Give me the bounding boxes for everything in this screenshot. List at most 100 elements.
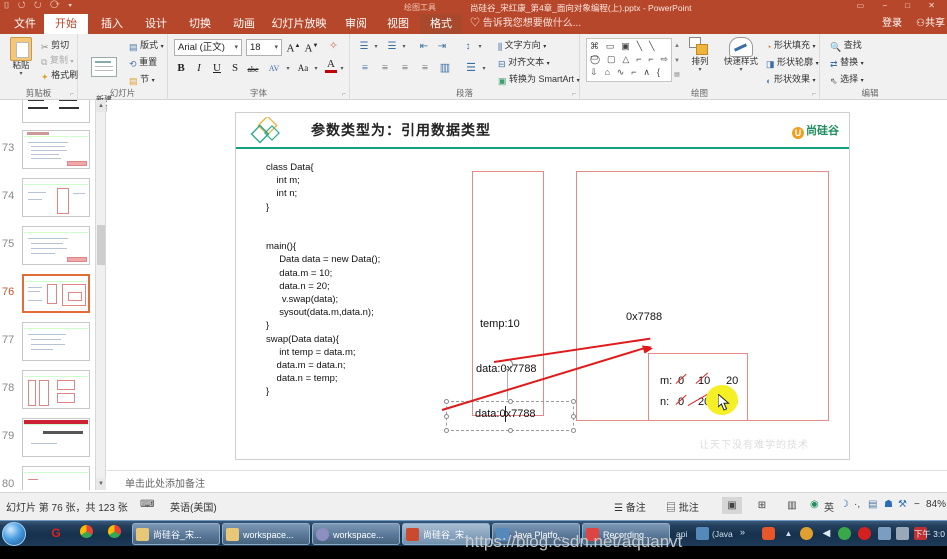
list-item[interactable]: 76 xyxy=(0,274,95,320)
shapes-gallery-scroll-up[interactable]: ▲ xyxy=(673,39,681,54)
slide-thumbnail[interactable] xyxy=(22,130,90,169)
resize-handle[interactable] xyxy=(444,399,449,404)
ime-user-icon[interactable]: ☗ xyxy=(884,499,893,510)
numbering-button[interactable]: ☰ xyxy=(384,39,400,54)
clear-formatting-icon[interactable]: ✧ xyxy=(326,39,341,54)
list-item[interactable] xyxy=(0,100,95,130)
char-spacing-dropdown-arrow[interactable]: ▾ xyxy=(284,62,292,77)
shape-effects-button[interactable]: ◐ 形状效果 ▾ xyxy=(766,72,816,86)
drawing-dialog-launcher[interactable]: ⌐ xyxy=(812,91,816,98)
tab-format[interactable]: 格式 xyxy=(420,14,462,34)
section-dropdown-arrow[interactable]: ▾ xyxy=(152,78,155,84)
window-controls[interactable]: ▭ − □ ✕ xyxy=(857,1,943,10)
columns-button[interactable]: ▥ xyxy=(436,61,454,76)
tray-up-arrow-icon[interactable]: ▲ xyxy=(782,527,795,540)
spell-check-icon[interactable]: ⌨ xyxy=(140,499,154,510)
view-slide-sorter-button[interactable]: ⊞ xyxy=(752,497,772,514)
sogou-tray-icon[interactable] xyxy=(762,527,775,540)
change-case-dropdown-arrow[interactable]: ▾ xyxy=(312,62,320,77)
line-spacing-button[interactable]: ↕ xyxy=(460,39,476,54)
increase-font-size-button[interactable]: A▲ xyxy=(286,39,301,57)
ime-moon-icon[interactable]: ☽ xyxy=(840,499,849,510)
align-center-button[interactable]: ≡ xyxy=(376,61,394,76)
quick-launch-icon-g[interactable]: G xyxy=(48,525,64,541)
resize-handle[interactable] xyxy=(444,428,449,433)
stack-outer-box[interactable] xyxy=(472,171,544,416)
italic-button[interactable]: I xyxy=(192,61,206,76)
scrollbar-thumb[interactable] xyxy=(97,225,105,265)
resize-handle[interactable] xyxy=(508,399,513,404)
tab-home[interactable]: 开始 xyxy=(44,14,88,34)
text-columns-button[interactable]: ☰ xyxy=(462,61,480,76)
font-name-chevron-down-icon[interactable]: ▾ xyxy=(234,40,238,55)
shield-tray-icon[interactable] xyxy=(838,527,851,540)
bullets-dropdown-arrow[interactable]: ▾ xyxy=(372,40,380,55)
copy-dropdown-arrow[interactable]: ▾ xyxy=(70,59,73,65)
numbering-dropdown-arrow[interactable]: ▾ xyxy=(400,40,408,55)
shapes-gallery-row[interactable]: ⇩ ⌂ ∿ ⌐ ∧ { xyxy=(590,67,662,78)
align-text-dropdown-arrow[interactable]: ▾ xyxy=(547,61,550,67)
slide-canvas[interactable]: 参数类型为：引用数据类型 U 尚硅谷 class Data{ int m; int… xyxy=(235,112,850,460)
select-button[interactable]: ⇖ 选择 ▾ xyxy=(830,72,864,87)
slide-thumbnail[interactable] xyxy=(22,226,90,265)
font-name-combo[interactable]: Arial (正文) ▾ xyxy=(174,39,242,56)
shapes-gallery-more[interactable]: ▤ xyxy=(673,68,681,83)
paste-dropdown-arrow[interactable]: ▾ xyxy=(4,71,38,78)
shape-fill-button[interactable]: ◔ 形状填充 ▾ xyxy=(766,38,816,52)
ime-language-icon[interactable]: 英 xyxy=(824,499,834,514)
resize-handle[interactable] xyxy=(508,428,513,433)
list-item[interactable]: 77 xyxy=(0,322,95,368)
format-painter-button[interactable]: ✦ 格式刷 xyxy=(41,68,78,83)
font-size-combo[interactable]: 18 ▾ xyxy=(246,39,282,56)
taskbar-button[interactable]: workspace... xyxy=(312,523,400,545)
slide-thumbnail[interactable] xyxy=(22,178,90,217)
justify-button[interactable]: ≡ xyxy=(416,61,434,76)
slide-thumbnail-pane[interactable]: 73 74 75 76 77 78 79 80 xyxy=(0,100,96,490)
clipboard-dialog-launcher[interactable]: ⌐ xyxy=(70,91,74,98)
thumbnail-scrollbar[interactable]: ▲ ▼ xyxy=(96,100,106,490)
slide-thumbnail[interactable] xyxy=(22,466,90,490)
decrease-font-size-button[interactable]: A▼ xyxy=(304,39,319,57)
font-size-chevron-down-icon[interactable]: ▾ xyxy=(274,40,278,55)
taskbar-button[interactable]: 尚硅谷_宋... xyxy=(132,523,220,545)
bullets-button[interactable]: ☰ xyxy=(356,39,372,54)
scroll-down-button[interactable]: ▼ xyxy=(96,478,106,490)
list-item[interactable]: 73 xyxy=(0,130,95,176)
clock[interactable]: 下午 3:0 xyxy=(914,528,945,540)
strikethrough-button[interactable]: abc xyxy=(244,62,262,77)
ime-tools-icon[interactable]: ⚒ xyxy=(898,499,907,510)
character-spacing-button[interactable]: AV xyxy=(264,61,284,76)
cut-button[interactable]: ✂ 剪切 xyxy=(41,38,69,53)
line-spacing-dropdown-arrow[interactable]: ▾ xyxy=(476,40,484,55)
underline-button[interactable]: U xyxy=(210,61,224,76)
scroll-up-button[interactable]: ▲ xyxy=(96,100,106,112)
language-status[interactable]: 英语(美国) xyxy=(170,499,217,514)
slide-thumbnail[interactable] xyxy=(22,418,90,457)
list-item[interactable]: 78 xyxy=(0,370,95,416)
list-item[interactable]: 74 xyxy=(0,178,95,224)
layout-button[interactable]: ▤ 版式 ▾ xyxy=(129,38,164,53)
reset-button[interactable]: ⟲ 重置 xyxy=(129,55,157,70)
java-tray-icon[interactable] xyxy=(696,527,709,540)
zoom-level-label[interactable]: 84% xyxy=(926,499,946,510)
taskbar-button[interactable]: workspace... xyxy=(222,523,310,545)
resize-handle[interactable] xyxy=(444,414,449,419)
text-shadow-button[interactable]: S xyxy=(228,61,242,76)
shapes-gallery[interactable]: ⌘ ▭ ▣ ╲ ╲ ▭ ◯ ▢ △ ⌐ ⌐ ⇨ ⇩ ⌂ ∿ ⌐ ∧ { xyxy=(586,38,672,82)
tab-insert[interactable]: 插入 xyxy=(92,14,132,34)
notes-button[interactable]: ☰ 备注 xyxy=(614,499,646,514)
shape-outline-button[interactable]: ◨ 形状轮廓 ▾ xyxy=(766,55,819,70)
app-tray-icon[interactable] xyxy=(878,527,891,540)
tray-expand-icon[interactable]: » xyxy=(740,527,745,537)
text-direction-dropdown-arrow[interactable]: ▾ xyxy=(543,44,546,50)
ime-keyboard-icon[interactable]: ▤ xyxy=(868,499,877,510)
layout-dropdown-arrow[interactable]: ▾ xyxy=(161,44,164,50)
arrange-button[interactable]: 排列 ▾ xyxy=(684,37,716,74)
increase-indent-button[interactable]: ⇥ xyxy=(434,39,450,54)
replace-button[interactable]: ⇄ 替换 ▾ xyxy=(830,55,864,70)
convert-smartart-button[interactable]: ▣ 转换为 SmartArt ▾ xyxy=(498,72,580,87)
quick-styles-button[interactable]: 快速样式 ▾ xyxy=(720,37,762,74)
taskbar-extra-java[interactable]: (Java xyxy=(712,529,733,539)
tab-animations[interactable]: 动画 xyxy=(224,14,264,34)
sign-in-button[interactable]: 登录 xyxy=(882,14,902,34)
